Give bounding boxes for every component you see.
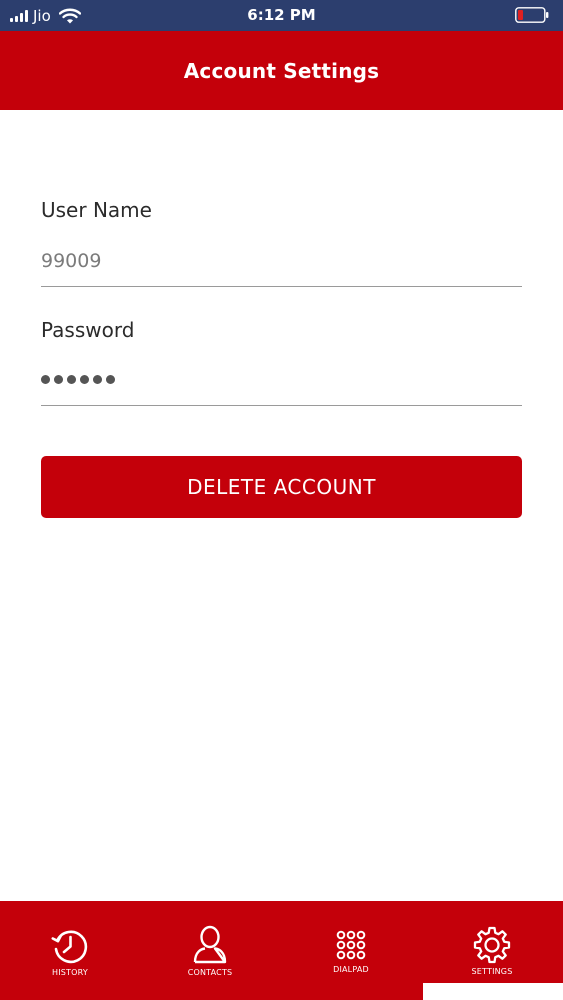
delete-account-button[interactable]: DELETE ACCOUNT xyxy=(41,456,522,518)
settings-icon xyxy=(473,926,511,964)
contacts-icon xyxy=(193,925,227,964)
password-dot xyxy=(54,375,63,384)
screen-corner-patch xyxy=(423,983,563,1000)
tab-contacts-label: CONTACTS xyxy=(187,968,233,977)
username-underline xyxy=(41,286,522,287)
tab-dialpad-label: DIALPAD xyxy=(333,965,369,974)
password-underline xyxy=(41,405,522,406)
password-dot xyxy=(41,375,50,384)
tab-contacts[interactable]: CONTACTS xyxy=(140,901,280,1000)
password-dot xyxy=(106,375,115,384)
username-field[interactable]: 99009 xyxy=(41,250,522,272)
password-dot xyxy=(80,375,89,384)
password-dot xyxy=(67,375,76,384)
tab-history[interactable]: HISTORY xyxy=(0,901,140,1000)
battery-icon xyxy=(515,7,549,23)
tab-history-label: HISTORY xyxy=(52,968,88,977)
app-header: Account Settings xyxy=(0,31,563,110)
status-time: 6:12 PM xyxy=(247,6,316,24)
username-label: User Name xyxy=(41,198,152,222)
status-bar: Jio 6:12 PM xyxy=(0,0,563,31)
tab-dialpad[interactable]: DIALPAD xyxy=(281,901,421,1000)
password-dot xyxy=(93,375,102,384)
password-field[interactable] xyxy=(41,375,115,384)
password-label: Password xyxy=(41,318,135,342)
history-icon xyxy=(51,930,88,964)
page-title: Account Settings xyxy=(183,58,380,83)
tab-settings-label: SETTINGS xyxy=(471,967,513,976)
dialpad-icon xyxy=(336,930,366,960)
